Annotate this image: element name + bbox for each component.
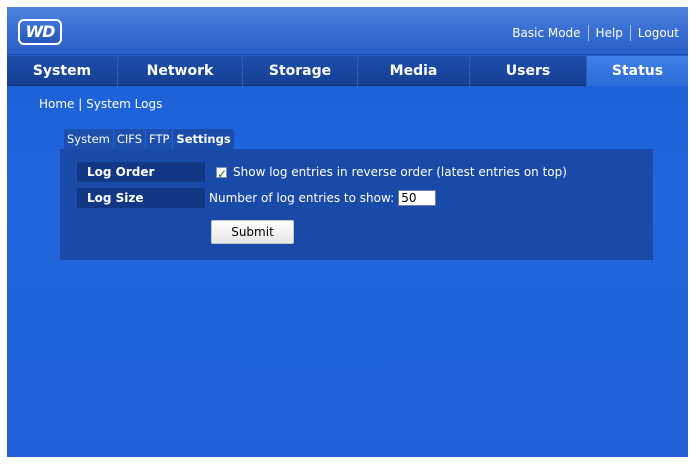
help-link[interactable]: Help xyxy=(589,26,630,40)
checkmark-icon: ✓ xyxy=(217,166,228,181)
reverse-order-text: Show log entries in reverse order (lates… xyxy=(233,165,567,179)
app-window: WD Basic Mode Help Logout System Network… xyxy=(7,7,688,457)
log-order-label: Log Order xyxy=(77,162,205,182)
wd-logo: WD xyxy=(18,19,62,45)
subtab-settings[interactable]: Settings xyxy=(173,129,234,149)
log-size-input[interactable] xyxy=(398,190,437,206)
log-order-row: ✓ Show log entries in reverse order (lat… xyxy=(209,162,567,182)
reverse-order-checkbox[interactable]: ✓ xyxy=(216,166,227,181)
subtab-cifs[interactable]: CIFS xyxy=(113,129,146,149)
tab-users[interactable]: Users xyxy=(470,56,587,86)
subtab-bar: System CIFS FTP Settings xyxy=(64,129,235,149)
basic-mode-link[interactable]: Basic Mode xyxy=(505,26,587,40)
log-size-label: Log Size xyxy=(77,188,205,208)
tab-storage[interactable]: Storage xyxy=(243,56,358,86)
subtab-system[interactable]: System xyxy=(64,129,113,149)
breadcrumb: Home | System Logs xyxy=(39,97,163,111)
logout-link[interactable]: Logout xyxy=(631,26,686,40)
subtab-ftp[interactable]: FTP xyxy=(146,129,173,149)
tab-system[interactable]: System xyxy=(7,56,118,86)
tab-media[interactable]: Media xyxy=(358,56,470,86)
tab-status[interactable]: Status xyxy=(587,56,688,86)
log-size-text: Number of log entries to show: xyxy=(209,191,395,205)
settings-panel: Log Order ✓ Show log entries in reverse … xyxy=(60,149,653,260)
log-size-row: Number of log entries to show: xyxy=(209,188,437,208)
tab-network[interactable]: Network xyxy=(118,56,243,86)
main-nav: System Network Storage Media Users Statu… xyxy=(7,56,688,86)
top-header: WD Basic Mode Help Logout xyxy=(7,7,688,55)
top-links: Basic Mode Help Logout xyxy=(505,24,686,42)
submit-button[interactable]: Submit xyxy=(211,220,294,244)
